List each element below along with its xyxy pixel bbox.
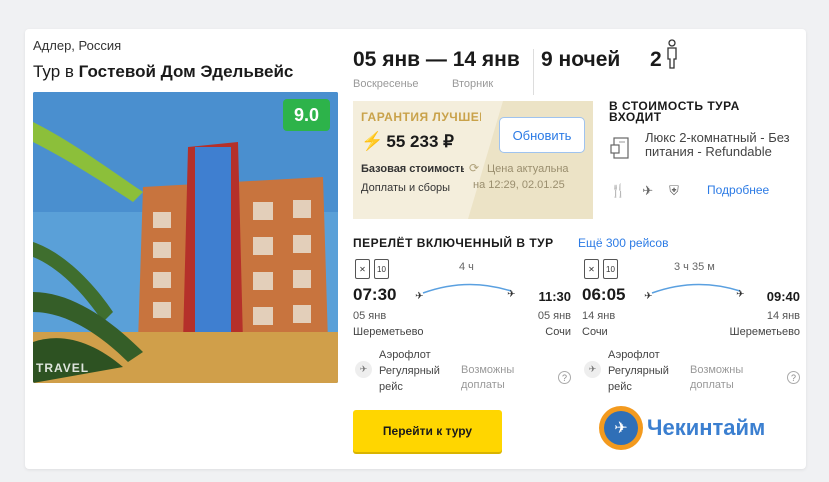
more-flights-link[interactable]: Ещё 300 рейсов bbox=[578, 236, 668, 250]
svg-text:✈: ✈ bbox=[415, 291, 423, 301]
flight-type: Регулярный bbox=[379, 365, 440, 377]
arrival-airport: Сочи bbox=[545, 326, 571, 338]
svg-text:✈: ✈ bbox=[507, 289, 515, 300]
price-actual-line2: на 12:29, 02.01.25 bbox=[473, 179, 565, 191]
fees-label: Доплаты и сборы bbox=[361, 182, 451, 194]
pax-count: 2 bbox=[650, 48, 662, 71]
hand-luggage-icon: 10 bbox=[374, 259, 389, 279]
extra-fees: Возможны доплаты bbox=[690, 363, 743, 393]
departure-airport: Шереметьево bbox=[353, 326, 424, 338]
hotel-name[interactable]: Гостевой Дом Эдельвейс bbox=[79, 62, 294, 81]
goto-tour-button[interactable]: Перейти к туру bbox=[353, 410, 502, 452]
flight-arc: ✈ ✈ bbox=[415, 283, 515, 301]
departure-time: 06:05 bbox=[582, 285, 626, 304]
extra-fees-line2: доплаты bbox=[461, 379, 505, 391]
guarantee-label: ГАРАНТИЯ ЛУЧШЕЙ bbox=[361, 110, 481, 124]
room-description: Люкс 2-комнатный - Без питания - Refunda… bbox=[645, 130, 790, 159]
hand-luggage-icon: 10 bbox=[603, 259, 618, 279]
tour-title-prefix: Тур в bbox=[33, 62, 79, 81]
photo-watermark: TRAVEL bbox=[36, 361, 90, 375]
tour-price: ⚡ 55 233 ₽ bbox=[361, 131, 454, 152]
departure-date: 05 янв bbox=[353, 310, 387, 322]
brand-name: Чекинтайм bbox=[647, 415, 766, 440]
arrival-time: 09:40 bbox=[766, 289, 800, 304]
lightning-icon: ⚡ bbox=[361, 131, 384, 151]
price-amount: 55 233 ₽ bbox=[386, 131, 454, 151]
flights-title: ПЕРЕЛЁТ ВКЛЮЧЕННЫЙ В ТУР bbox=[353, 236, 554, 250]
insurance-icon: ⛨ bbox=[669, 183, 679, 198]
refresh-button[interactable]: Обновить bbox=[499, 117, 585, 153]
airline-logo-icon: ✈ bbox=[584, 361, 601, 378]
nights-count: 9 ночей bbox=[541, 48, 621, 71]
baggage-icons: ✕ 10 bbox=[584, 259, 618, 279]
person-icon bbox=[667, 39, 677, 69]
arrival-date: 05 янв bbox=[537, 310, 571, 322]
meal-icon: 🍴 bbox=[610, 183, 627, 198]
hotel-photo[interactable]: 9.0 TRAVEL bbox=[33, 92, 338, 383]
divider bbox=[533, 49, 534, 95]
price-box: ГАРАНТИЯ ЛУЧШЕЙ ⚡ 55 233 ₽ Базовая стоим… bbox=[353, 101, 593, 219]
plane-ticket-icon: ✈ bbox=[604, 411, 638, 445]
extra-fees-line2: доплаты bbox=[690, 379, 734, 391]
arrival-airport: Шереметьево bbox=[729, 326, 800, 338]
airline-info: Аэрофлот Регулярный рейс bbox=[379, 347, 440, 395]
included-title: В СТОИМОСТЬ ТУРА ВХОДИТ bbox=[609, 99, 740, 124]
trip-dates: 05 янв — 14 янв bbox=[353, 48, 520, 71]
flight-segment-outbound[interactable]: ✕ 10 4 ч ✈ ✈ 07:30 11:30 05 янв 05 янв Ш… bbox=[353, 259, 571, 393]
arrival-time: 11:30 bbox=[538, 289, 571, 304]
price-actual-line1: Цена актуальна bbox=[487, 163, 569, 175]
extra-fees-line1: Возможны bbox=[461, 364, 515, 376]
svg-text:✈: ✈ bbox=[644, 291, 652, 301]
departure-airport: Сочи bbox=[582, 326, 608, 338]
flight-arc: ✈ ✈ bbox=[644, 283, 744, 301]
day-to: Вторник bbox=[452, 78, 494, 90]
no-luggage-icon: ✕ bbox=[355, 259, 370, 279]
flight-segment-return[interactable]: ✕ 10 3 ч 35 м ✈ ✈ 06:05 09:40 14 янв 14 … bbox=[582, 259, 800, 393]
baggage-icons: ✕ 10 bbox=[355, 259, 389, 279]
airline-name: Аэрофлот bbox=[379, 349, 431, 361]
flight-type-2: рейс bbox=[608, 381, 632, 393]
flight-type: Регулярный bbox=[608, 365, 669, 377]
info-icon[interactable]: ? bbox=[787, 371, 800, 384]
day-from: Воскресенье bbox=[353, 78, 419, 90]
departure-date: 14 янв bbox=[582, 310, 616, 322]
brand-logo: ✈ Чекинтайм bbox=[599, 406, 765, 450]
brand-logo-mark: ✈ bbox=[599, 406, 643, 450]
room-icon bbox=[610, 137, 629, 159]
base-cost-label: Базовая стоимость bbox=[361, 163, 464, 175]
airline-logo-icon: ✈ bbox=[355, 361, 372, 378]
rating-badge: 9.0 bbox=[283, 99, 330, 131]
no-luggage-icon: ✕ bbox=[584, 259, 599, 279]
service-icons: 🍴 ✈ ⛨ bbox=[610, 183, 679, 199]
info-icon[interactable]: ? bbox=[558, 371, 571, 384]
price-actual-info: Цена актуальна на 12:29, 02.01.25 bbox=[473, 161, 569, 193]
airline-name: Аэрофлот bbox=[608, 349, 660, 361]
svg-text:✈: ✈ bbox=[736, 289, 744, 300]
tour-title[interactable]: Тур в Гостевой Дом Эдельвейс bbox=[33, 62, 293, 82]
departure-time: 07:30 bbox=[353, 285, 397, 304]
flight-icon: ✈ bbox=[642, 183, 654, 198]
tour-card: Адлер, Россия Тур в Гостевой Дом Эдельве… bbox=[25, 29, 806, 469]
flight-type-2: рейс bbox=[379, 381, 403, 393]
extra-fees: Возможны доплаты bbox=[461, 363, 514, 393]
extra-fees-line1: Возможны bbox=[690, 364, 744, 376]
hotel-photo-image bbox=[33, 92, 338, 383]
hotel-location: Адлер, Россия bbox=[33, 38, 122, 53]
details-link[interactable]: Подробнее bbox=[707, 183, 769, 197]
airline-info: Аэрофлот Регулярный рейс bbox=[608, 347, 669, 395]
arrival-date: 14 янв bbox=[766, 310, 800, 322]
